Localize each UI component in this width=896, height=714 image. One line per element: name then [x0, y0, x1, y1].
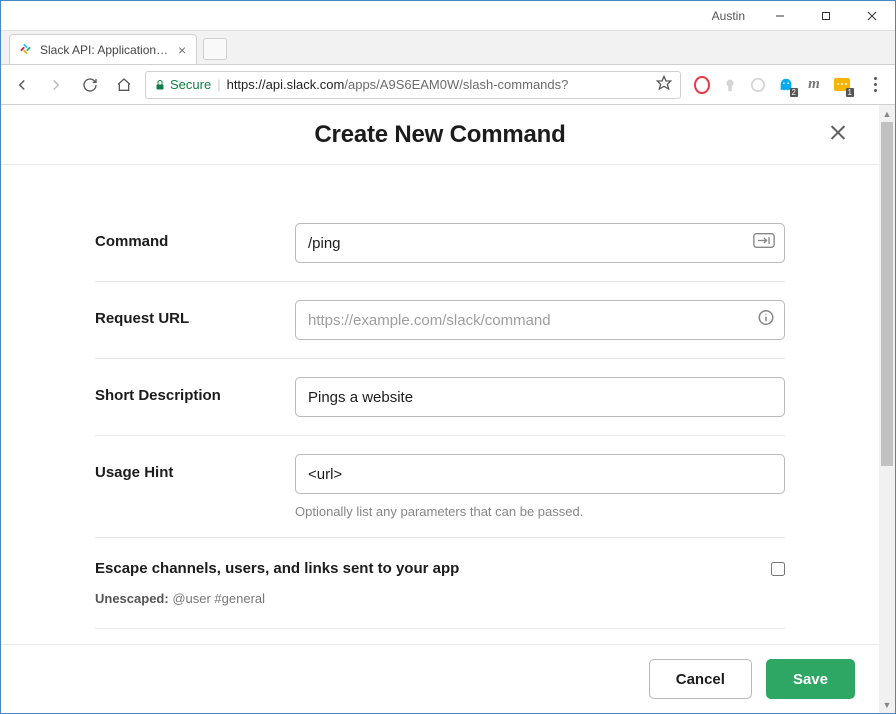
usage-hint-row: Usage Hint Optionally list any parameter…: [95, 435, 785, 537]
close-icon: [827, 121, 849, 143]
browser-tab-title: Slack API: Applications | F: [40, 43, 170, 57]
home-button[interactable]: [111, 72, 137, 98]
reload-button[interactable]: [77, 72, 103, 98]
page-header: Create New Command: [1, 105, 879, 165]
escape-checkbox[interactable]: [771, 562, 785, 576]
command-form: Command Request URL: [95, 165, 785, 644]
chat-extension-icon[interactable]: 1: [833, 76, 851, 94]
tab-close-icon[interactable]: ×: [176, 43, 188, 57]
new-tab-button[interactable]: [203, 38, 227, 60]
m-extension-icon[interactable]: m: [805, 76, 823, 94]
window-maximize-button[interactable]: [803, 1, 849, 31]
browser-tab[interactable]: Slack API: Applications | F ×: [9, 34, 197, 64]
window-minimize-button[interactable]: [757, 1, 803, 31]
scroll-thumb[interactable]: [881, 122, 893, 466]
viewport: Create New Command Command: [1, 105, 895, 713]
ghost-extension-icon[interactable]: 2: [777, 76, 795, 94]
browser-toolbar: Secure | https://api.slack.com/apps/A9S6…: [1, 65, 895, 105]
short-description-input[interactable]: [295, 377, 785, 417]
usage-hint-help: Optionally list any parameters that can …: [295, 504, 785, 519]
secure-label: Secure: [170, 77, 211, 92]
request-url-row: Request URL: [95, 281, 785, 358]
request-url-label: Request URL: [95, 300, 295, 327]
back-button[interactable]: [9, 72, 35, 98]
escape-subtext: Unescaped: @user #general: [95, 591, 785, 606]
window-titlebar: Austin: [1, 1, 895, 31]
short-description-label: Short Description: [95, 377, 295, 404]
escape-title: Escape channels, users, and links sent t…: [95, 560, 459, 577]
scroll-track[interactable]: [879, 122, 895, 696]
dialog-footer: Cancel Save: [1, 644, 879, 713]
bookmark-star-icon[interactable]: [656, 75, 672, 94]
close-dialog-button[interactable]: [827, 121, 849, 148]
extension-icon-2[interactable]: [721, 76, 739, 94]
extension-badge: 2: [790, 88, 798, 97]
address-bar[interactable]: Secure | https://api.slack.com/apps/A9S6…: [145, 71, 681, 99]
window-user-label: Austin: [712, 9, 745, 23]
command-input[interactable]: [295, 223, 785, 263]
scroll-down-arrow[interactable]: ▼: [879, 696, 895, 713]
url-path: /apps/A9S6EAM0W/slash-commands?: [344, 77, 568, 92]
extension-icons: 2 m 1: [689, 76, 855, 94]
request-url-input[interactable]: [295, 300, 785, 340]
tab-key-icon: [753, 233, 775, 254]
save-button[interactable]: Save: [766, 659, 855, 699]
form-scrollpane: Command Request URL: [1, 165, 879, 644]
slack-favicon-icon: [18, 42, 34, 58]
browser-menu-button[interactable]: [863, 73, 887, 97]
vertical-scrollbar[interactable]: ▲ ▼: [879, 105, 895, 713]
lock-icon: [154, 79, 166, 91]
usage-hint-label: Usage Hint: [95, 454, 295, 481]
page-title: Create New Command: [314, 121, 565, 149]
extension-icon-3[interactable]: [749, 76, 767, 94]
preview-section: Preview of Autocomplete Entry: [95, 628, 785, 644]
usage-hint-input[interactable]: [295, 454, 785, 494]
command-label: Command: [95, 223, 295, 250]
secure-indicator: Secure: [154, 77, 211, 92]
scroll-up-arrow[interactable]: ▲: [879, 105, 895, 122]
browser-tabstrip: Slack API: Applications | F ×: [1, 31, 895, 65]
url-host: https://api.slack.com: [227, 77, 345, 92]
command-row: Command: [95, 205, 785, 281]
page: Create New Command Command: [1, 105, 879, 713]
window-close-button[interactable]: [849, 1, 895, 31]
escape-section: Escape channels, users, and links sent t…: [95, 537, 785, 628]
short-description-row: Short Description: [95, 358, 785, 435]
forward-button[interactable]: [43, 72, 69, 98]
window-frame: Austin Slack API: Applications | F ×: [0, 0, 896, 714]
info-icon[interactable]: [757, 309, 775, 332]
opera-extension-icon[interactable]: [693, 76, 711, 94]
extension-badge: 1: [846, 88, 854, 97]
cancel-button[interactable]: Cancel: [649, 659, 752, 699]
